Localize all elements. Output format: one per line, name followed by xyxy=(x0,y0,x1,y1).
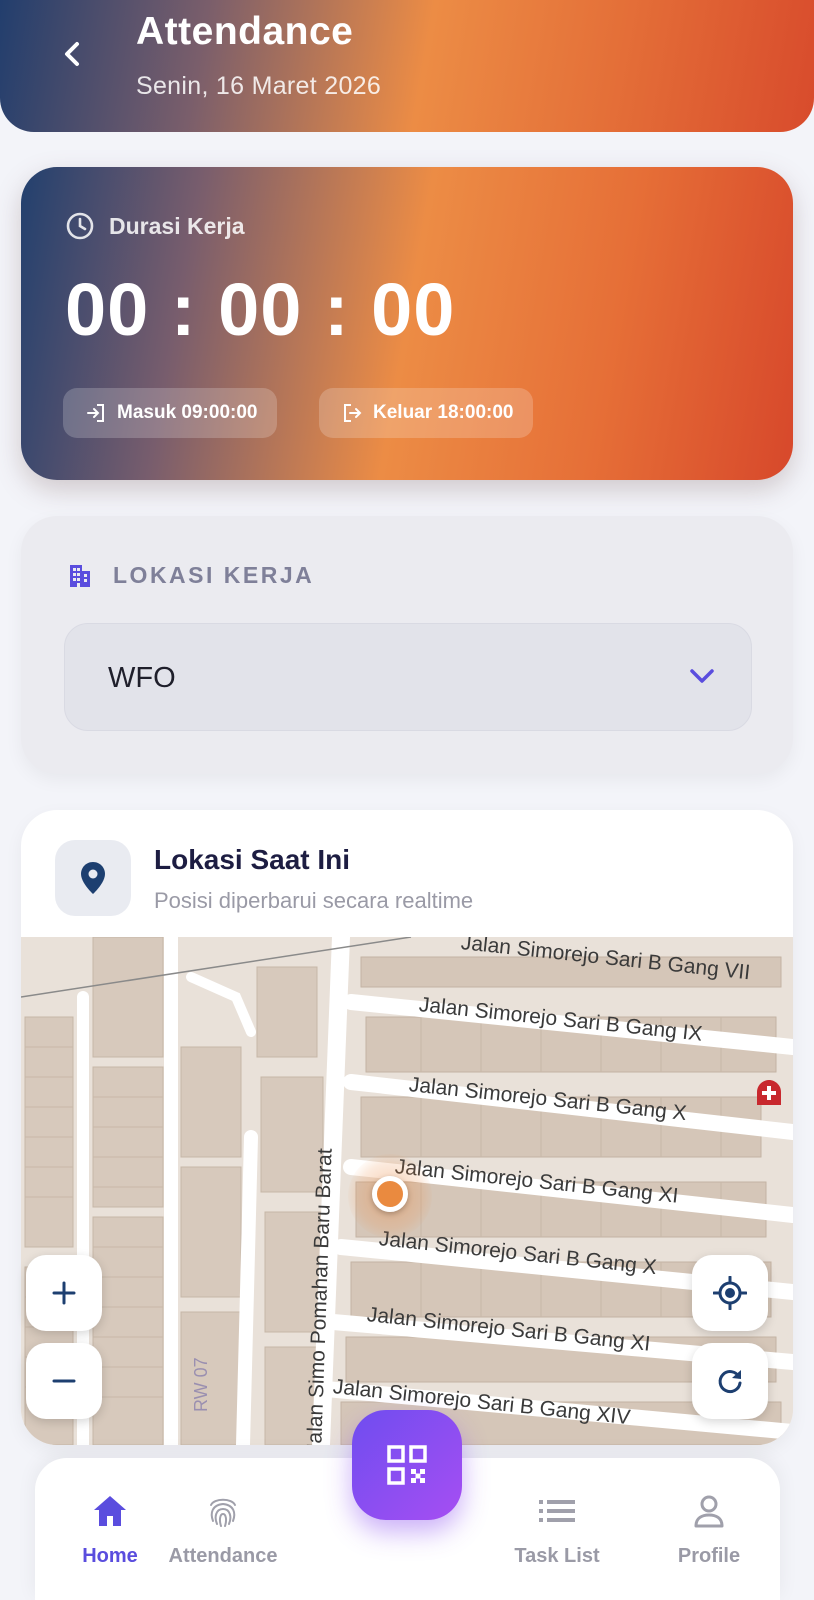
qr-code-icon xyxy=(387,1445,427,1485)
current-location-title: Lokasi Saat Ini xyxy=(154,844,351,875)
current-location-subtitle: Posisi diperbarui secara realtime xyxy=(154,888,474,913)
duration-label-row: Durasi Kerja xyxy=(65,211,245,241)
chevron-left-icon xyxy=(65,42,79,66)
crosshair-icon xyxy=(713,1276,747,1310)
scan-qr-button[interactable] xyxy=(352,1410,462,1520)
current-position-marker xyxy=(372,1176,408,1212)
location-icon-box xyxy=(55,840,131,916)
refresh-location-button[interactable] xyxy=(692,1343,768,1419)
refresh-icon xyxy=(718,1370,742,1393)
nav-attendance[interactable]: Attendance xyxy=(148,1458,298,1600)
list-icon xyxy=(539,1500,575,1522)
chevron-down-icon xyxy=(690,669,714,683)
work-location-header: LOKASI KERJA xyxy=(67,562,314,589)
fingerprint-icon xyxy=(210,1498,236,1527)
nav-task-list-label: Task List xyxy=(514,1545,600,1567)
duration-label: Durasi Kerja xyxy=(109,212,245,239)
zoom-in-button[interactable] xyxy=(26,1255,102,1331)
person-icon xyxy=(694,1495,724,1528)
clock-icon xyxy=(66,212,94,240)
work-location-selected-value: WFO xyxy=(108,662,176,694)
location-pin-icon xyxy=(81,862,105,894)
current-date: Senin, 16 Maret 2026 xyxy=(136,72,382,100)
duration-timer: 00 : 00 : 00 xyxy=(65,268,456,351)
current-location-card: Lokasi Saat Ini Posisi diperbarui secara… xyxy=(21,810,793,1445)
nav-task-list[interactable]: Task List xyxy=(482,1458,632,1600)
plus-icon xyxy=(52,1281,76,1305)
nav-profile-label: Profile xyxy=(677,1545,741,1567)
check-out-label: Keluar 18:00:00 xyxy=(373,402,514,423)
nav-profile[interactable]: Profile xyxy=(634,1458,784,1600)
work-location-label: LOKASI KERJA xyxy=(113,562,315,588)
hospital-marker xyxy=(757,1080,781,1105)
header: Attendance Senin, 16 Maret 2026 xyxy=(0,0,814,132)
login-icon xyxy=(87,404,104,422)
nav-attendance-label: Attendance xyxy=(168,1545,278,1567)
check-in-time-badge: Masuk 09:00:00 xyxy=(63,388,278,438)
check-in-label: Masuk 09:00:00 xyxy=(117,402,258,423)
work-duration-card: Durasi Kerja 00 : 00 : 00 Masuk 09:00:00… xyxy=(21,167,793,480)
work-location-card: LOKASI KERJA WFO xyxy=(21,516,793,774)
nav-home-label: Home xyxy=(82,1545,138,1567)
work-location-select[interactable]: WFO xyxy=(64,623,752,731)
home-icon xyxy=(94,1496,126,1526)
logout-icon xyxy=(344,404,362,422)
building-icon xyxy=(70,564,90,587)
zoom-out-button[interactable] xyxy=(26,1343,102,1419)
minus-icon xyxy=(52,1379,76,1383)
page-title: Attendance xyxy=(136,10,354,53)
check-out-time-badge: Keluar 18:00:00 xyxy=(319,388,534,438)
back-button[interactable] xyxy=(50,32,94,76)
my-location-button[interactable] xyxy=(692,1255,768,1331)
area-label: RW 07 xyxy=(191,1357,211,1412)
